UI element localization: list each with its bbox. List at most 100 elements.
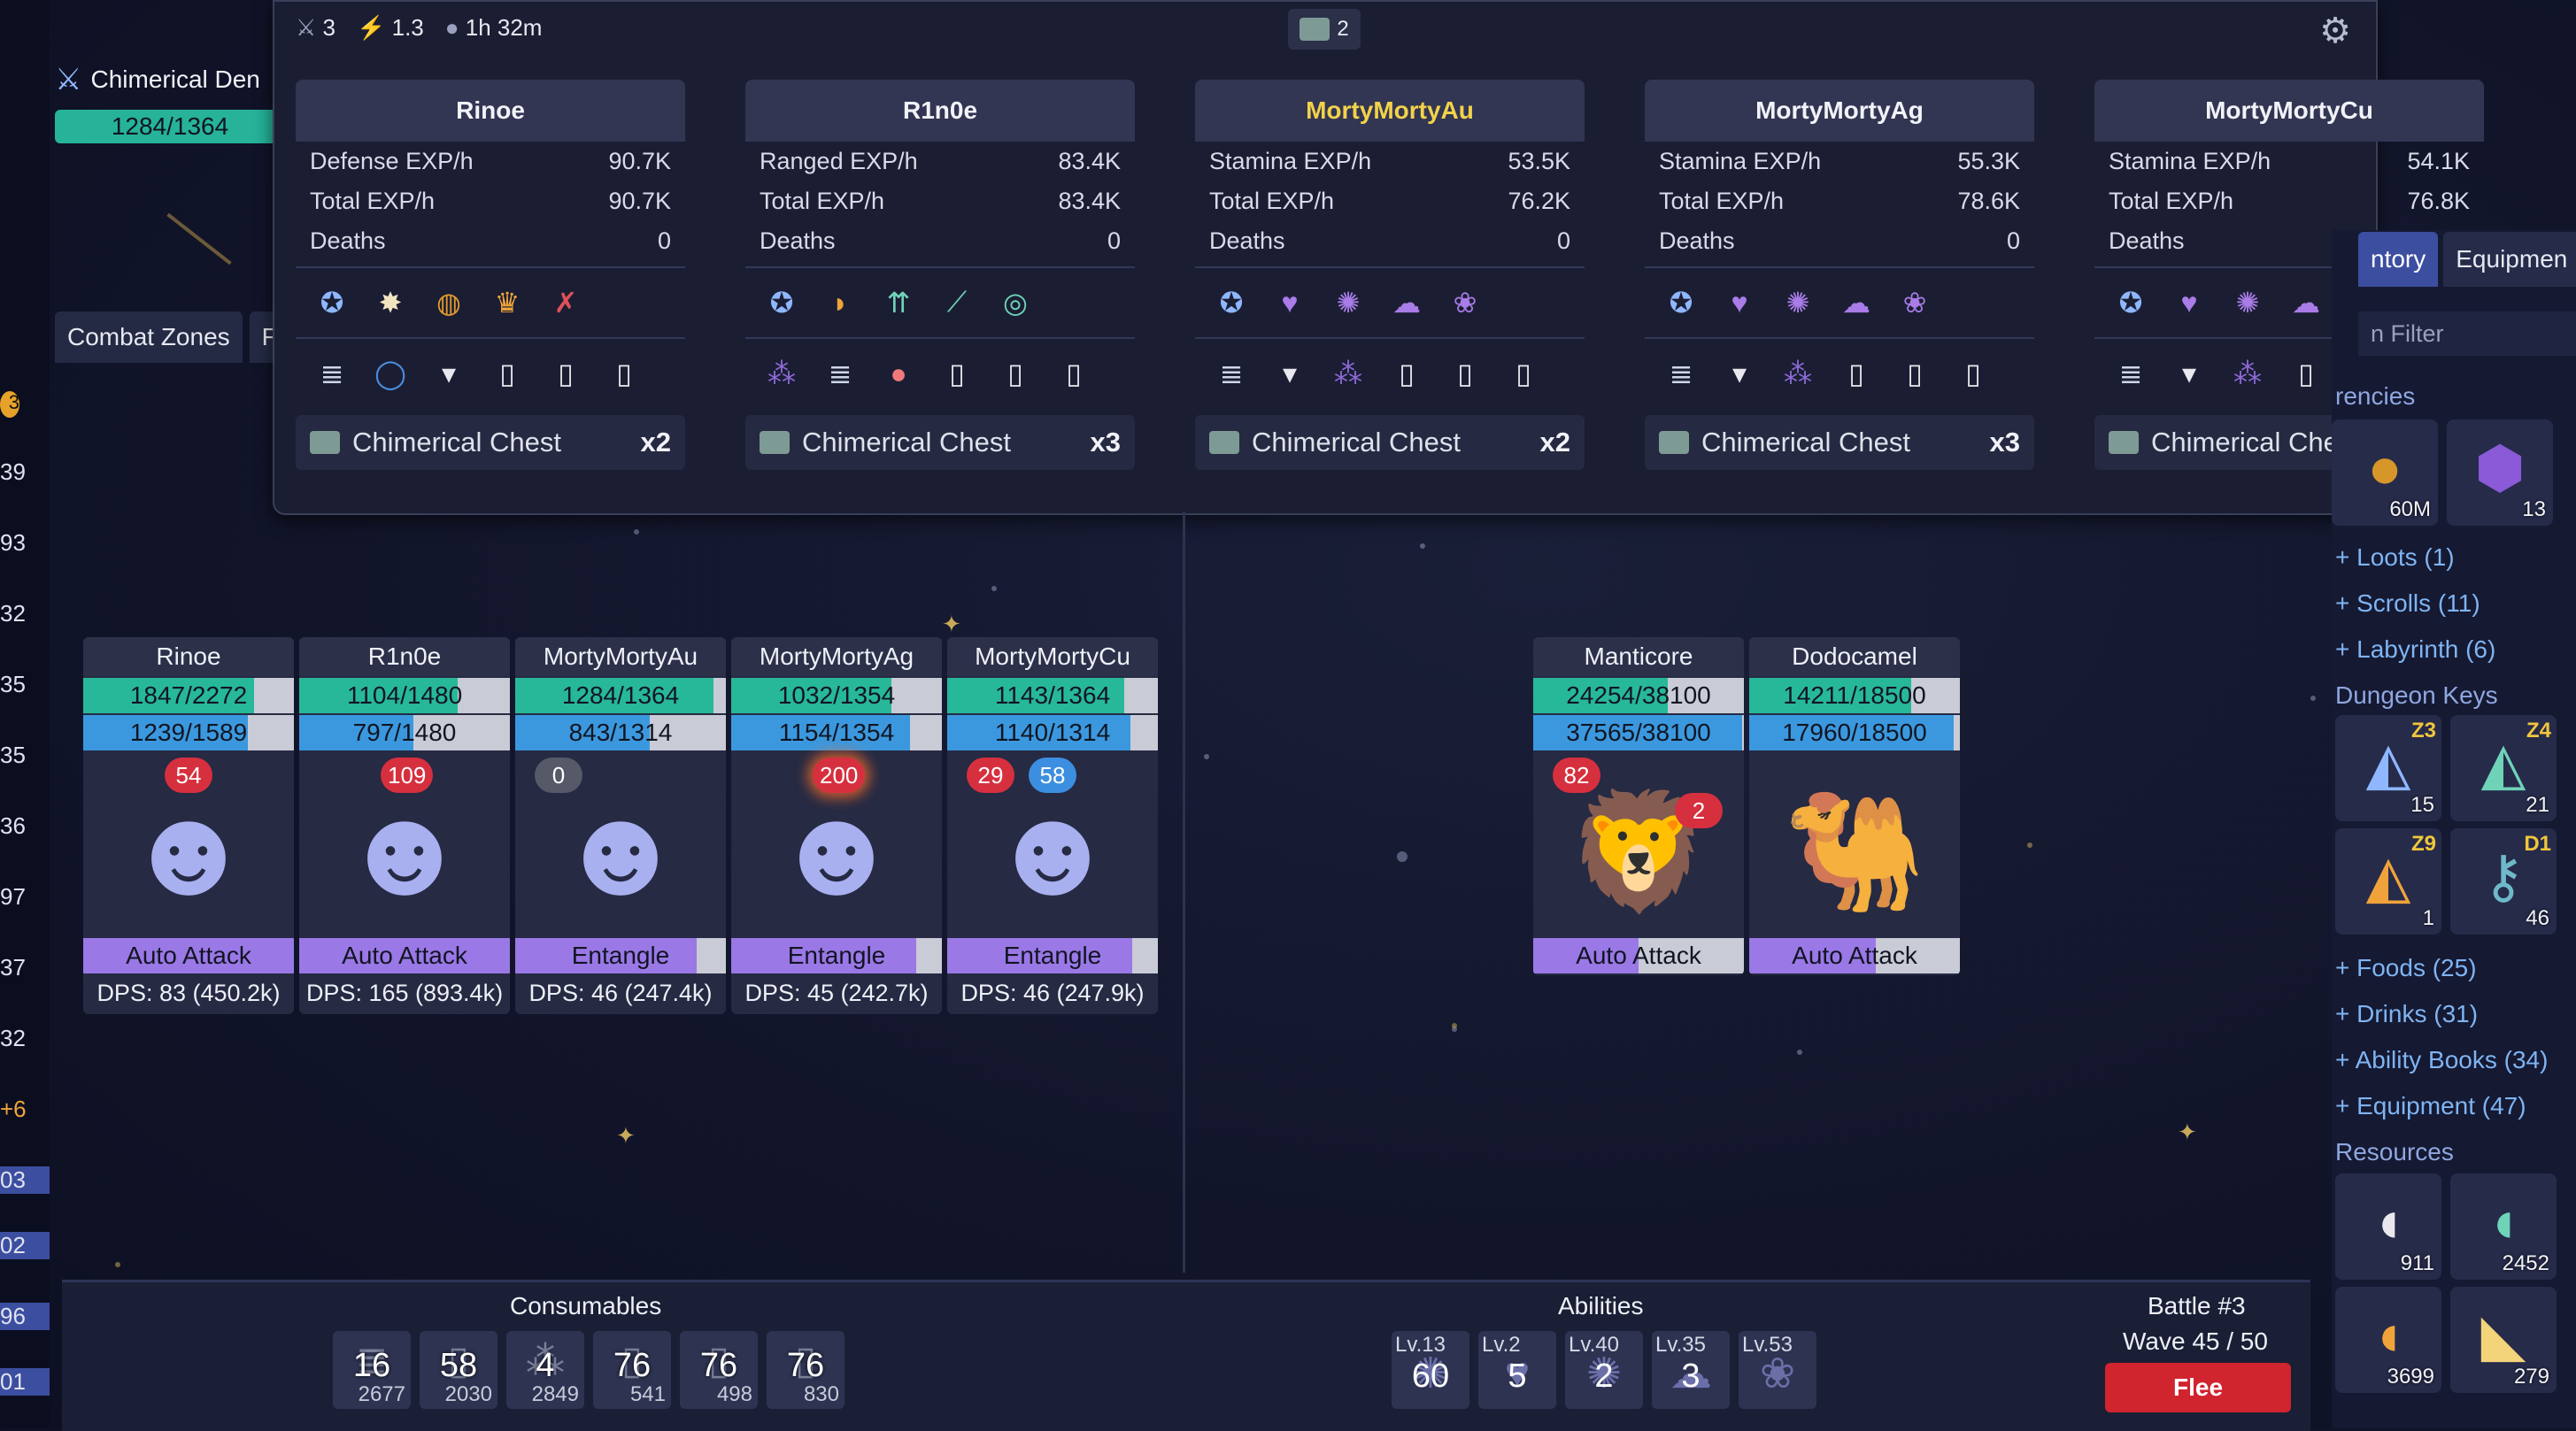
key-zone-label: D1 [2524,832,2551,856]
gear-icon[interactable]: ⚙ [2319,11,2351,51]
mp-bar: 17960/18500 [1749,715,1960,750]
currency-slot-badge[interactable]: ⬢ 13 [2447,419,2553,526]
player-card[interactable]: MortyMortyAg 1032/1354 1154/1354 ☻ 200 Entang… [731,637,942,1014]
ability-level: Lv.35 [1655,1333,1706,1357]
chest-reward-row[interactable]: Chimerical Chest x2 [296,415,685,470]
currency-slot-coin[interactable]: ● 60M [2332,419,2438,526]
shield-buff-icon: ✪ [320,287,344,319]
chest-reward-row[interactable]: Chimerical Chest x3 [1645,415,2034,470]
zone-hp-bar: 1284/1364 [55,110,285,143]
resource-slot[interactable]: ◖ 2452 [2450,1173,2557,1280]
action-label: Entangle [571,942,670,969]
action-bar: Auto Attack [1533,938,1744,973]
slot-quantity: 46 [2526,906,2549,930]
party-member-name: Rinoe [296,80,685,142]
party-member-name: R1n0e [745,80,1135,142]
mp-bar-text: 1154/1354 [778,719,895,746]
cloud-buff-icon: ☁ [1392,287,1421,319]
consumable-slot[interactable]: ⁂ 4 2849 [506,1331,584,1409]
item-filter-input[interactable]: n Filter [2358,312,2576,356]
cup-icon: ▯ [1457,358,1473,389]
consumable-slot[interactable]: ▯ 76 541 [593,1331,671,1409]
player-card[interactable]: Rinoe 1847/2272 1239/1589 ☻ 54 Auto Attack DPS… [83,637,294,1014]
berries-icon: ⁂ [1334,358,1362,389]
stat-value: 83.4K [1058,188,1121,214]
consumable-slot[interactable]: ≣ 16 2677 [333,1331,411,1409]
stat-value: 54.1K [2407,148,2470,174]
total-exp-row: Total EXP/h 78.6K [1645,181,2034,221]
equipment-link[interactable]: + Equipment (47) [2335,1092,2526,1120]
consumable-slot[interactable]: ▯ 76 830 [767,1331,845,1409]
berries-icon: ⁂ [1784,358,1812,389]
chest-quantity: x2 [1539,427,1570,458]
chest-count-badge[interactable]: 2 [1288,9,1361,50]
action-bar: Auto Attack [83,938,294,973]
chest-reward-row[interactable]: Chimerical Chest x2 [1195,415,1585,470]
currencies-label: rencies [2335,382,2416,410]
tab-equipment[interactable]: Equipmen [2443,232,2576,287]
stick-decoration [166,212,232,265]
resource-slot[interactable]: ◖ 911 [2335,1173,2441,1280]
stat-label: Total EXP/h [1209,188,1335,214]
strip-value: 37 [0,954,26,981]
buff-icons-row: ✪ ✸ ◍ ♛ ✗ [296,273,685,332]
resource-slot[interactable]: ◣ 279 [2450,1287,2557,1393]
status-badge: 82 [1553,758,1600,793]
skill-exp-row: Stamina EXP/h 53.5K [1195,142,1585,181]
ability-level: Lv.13 [1395,1333,1446,1357]
abilities-label: Abilities [1558,1292,1644,1319]
strip-value: 02 [0,1232,50,1259]
total-exp-row: Total EXP/h 83.4K [745,181,1135,221]
tab-combat-zones[interactable]: Combat Zones [55,312,243,363]
ability-slot[interactable]: ☁ Lv.35 3 [1652,1331,1730,1409]
resources-label: Resources [2335,1138,2454,1166]
party-summary-column: MortyMortyAg Stamina EXP/h 55.3K Total EXP/… [1645,80,2034,494]
enemy-card[interactable]: Dodocamel 14211/18500 17960/18500 🐫 Auto Att… [1749,637,1960,975]
hp-bar-text: 1847/2272 [129,681,248,709]
key-slot[interactable]: ◭ Z9 1 [2335,828,2441,935]
vine-buff-icon: ❀ [1902,287,1927,319]
ability-slot[interactable]: ♥ Lv.2 5 [1478,1331,1556,1409]
chest-count: 2 [1337,17,1349,41]
hp-bar-text: 24254/38100 [1566,681,1711,709]
tab-inventory[interactable]: ntory [2358,232,2439,287]
hp-bar: 24254/38100 [1533,678,1744,713]
cup-icon: ▯ [616,358,632,389]
ability-slot[interactable]: ❀ Lv.53 [1739,1331,1816,1409]
status-badge: 29 [967,758,1014,793]
chest-label: Chimerical Chest [802,427,1012,458]
ability-books-link[interactable]: + Ability Books (34) [2335,1046,2548,1074]
foods-link[interactable]: + Foods (25) [2335,954,2477,982]
player-card[interactable]: MortyMortyAu 1284/1364 843/1314 ☻ 0 Entangle D… [515,637,726,1014]
consumable-stock: 2030 [444,1382,492,1406]
drinks-link[interactable]: + Drinks (31) [2335,1000,2478,1028]
enemy-card[interactable]: Manticore 24254/38100 37565/38100 🦁 82 2 Auto … [1533,637,1744,975]
ability-slot[interactable]: ✺ Lv.13 60 [1392,1331,1469,1409]
flee-button[interactable]: Flee [2105,1363,2291,1412]
sparkle-icon: ✦ [2178,1119,2197,1145]
key-slot[interactable]: ◭ Z3 15 [2335,715,2441,821]
zone-title[interactable]: ⚔ Chimerical Den [55,62,260,97]
stat-value: 78.6K [1957,188,2020,214]
player-card[interactable]: R1n0e 1104/1480 797/1480 ☻ 109 Auto Attack DPS… [299,637,510,1014]
chest-reward-row[interactable]: Chimerical Chest x3 [745,415,1135,470]
resource-slot[interactable]: ◖ 3699 [2335,1287,2441,1393]
shield-buff-icon: ✪ [1669,287,1693,319]
consumable-slot[interactable]: ▯ 58 2030 [420,1331,497,1409]
mp-bar: 1239/1589 [83,715,294,750]
loots-link[interactable]: + Loots (1) [2335,543,2455,572]
player-avatar-icon: ☻ [339,781,470,920]
stat-label: Deaths [310,227,386,254]
ability-slot[interactable]: ✺ Lv.40 2 [1565,1331,1643,1409]
key-slot[interactable]: ⚷ D1 46 [2450,828,2557,935]
milk-icon: ◖ [2371,1189,2406,1254]
chest-quantity: x2 [640,427,671,458]
status-badge: 58 [1029,758,1076,793]
player-card[interactable]: MortyMortyCu 1143/1364 1140/1314 ☻ 29 58 Entan… [947,637,1158,1014]
key-slot[interactable]: ◭ Z4 21 [2450,715,2557,821]
action-label: Entangle [1003,942,1102,969]
labyrinth-link[interactable]: + Labyrinth (6) [2335,635,2495,664]
scrolls-link[interactable]: + Scrolls (11) [2335,589,2480,618]
consumable-slot[interactable]: ▯ 76 498 [680,1331,758,1409]
stat-value: 90.7K [608,148,671,174]
